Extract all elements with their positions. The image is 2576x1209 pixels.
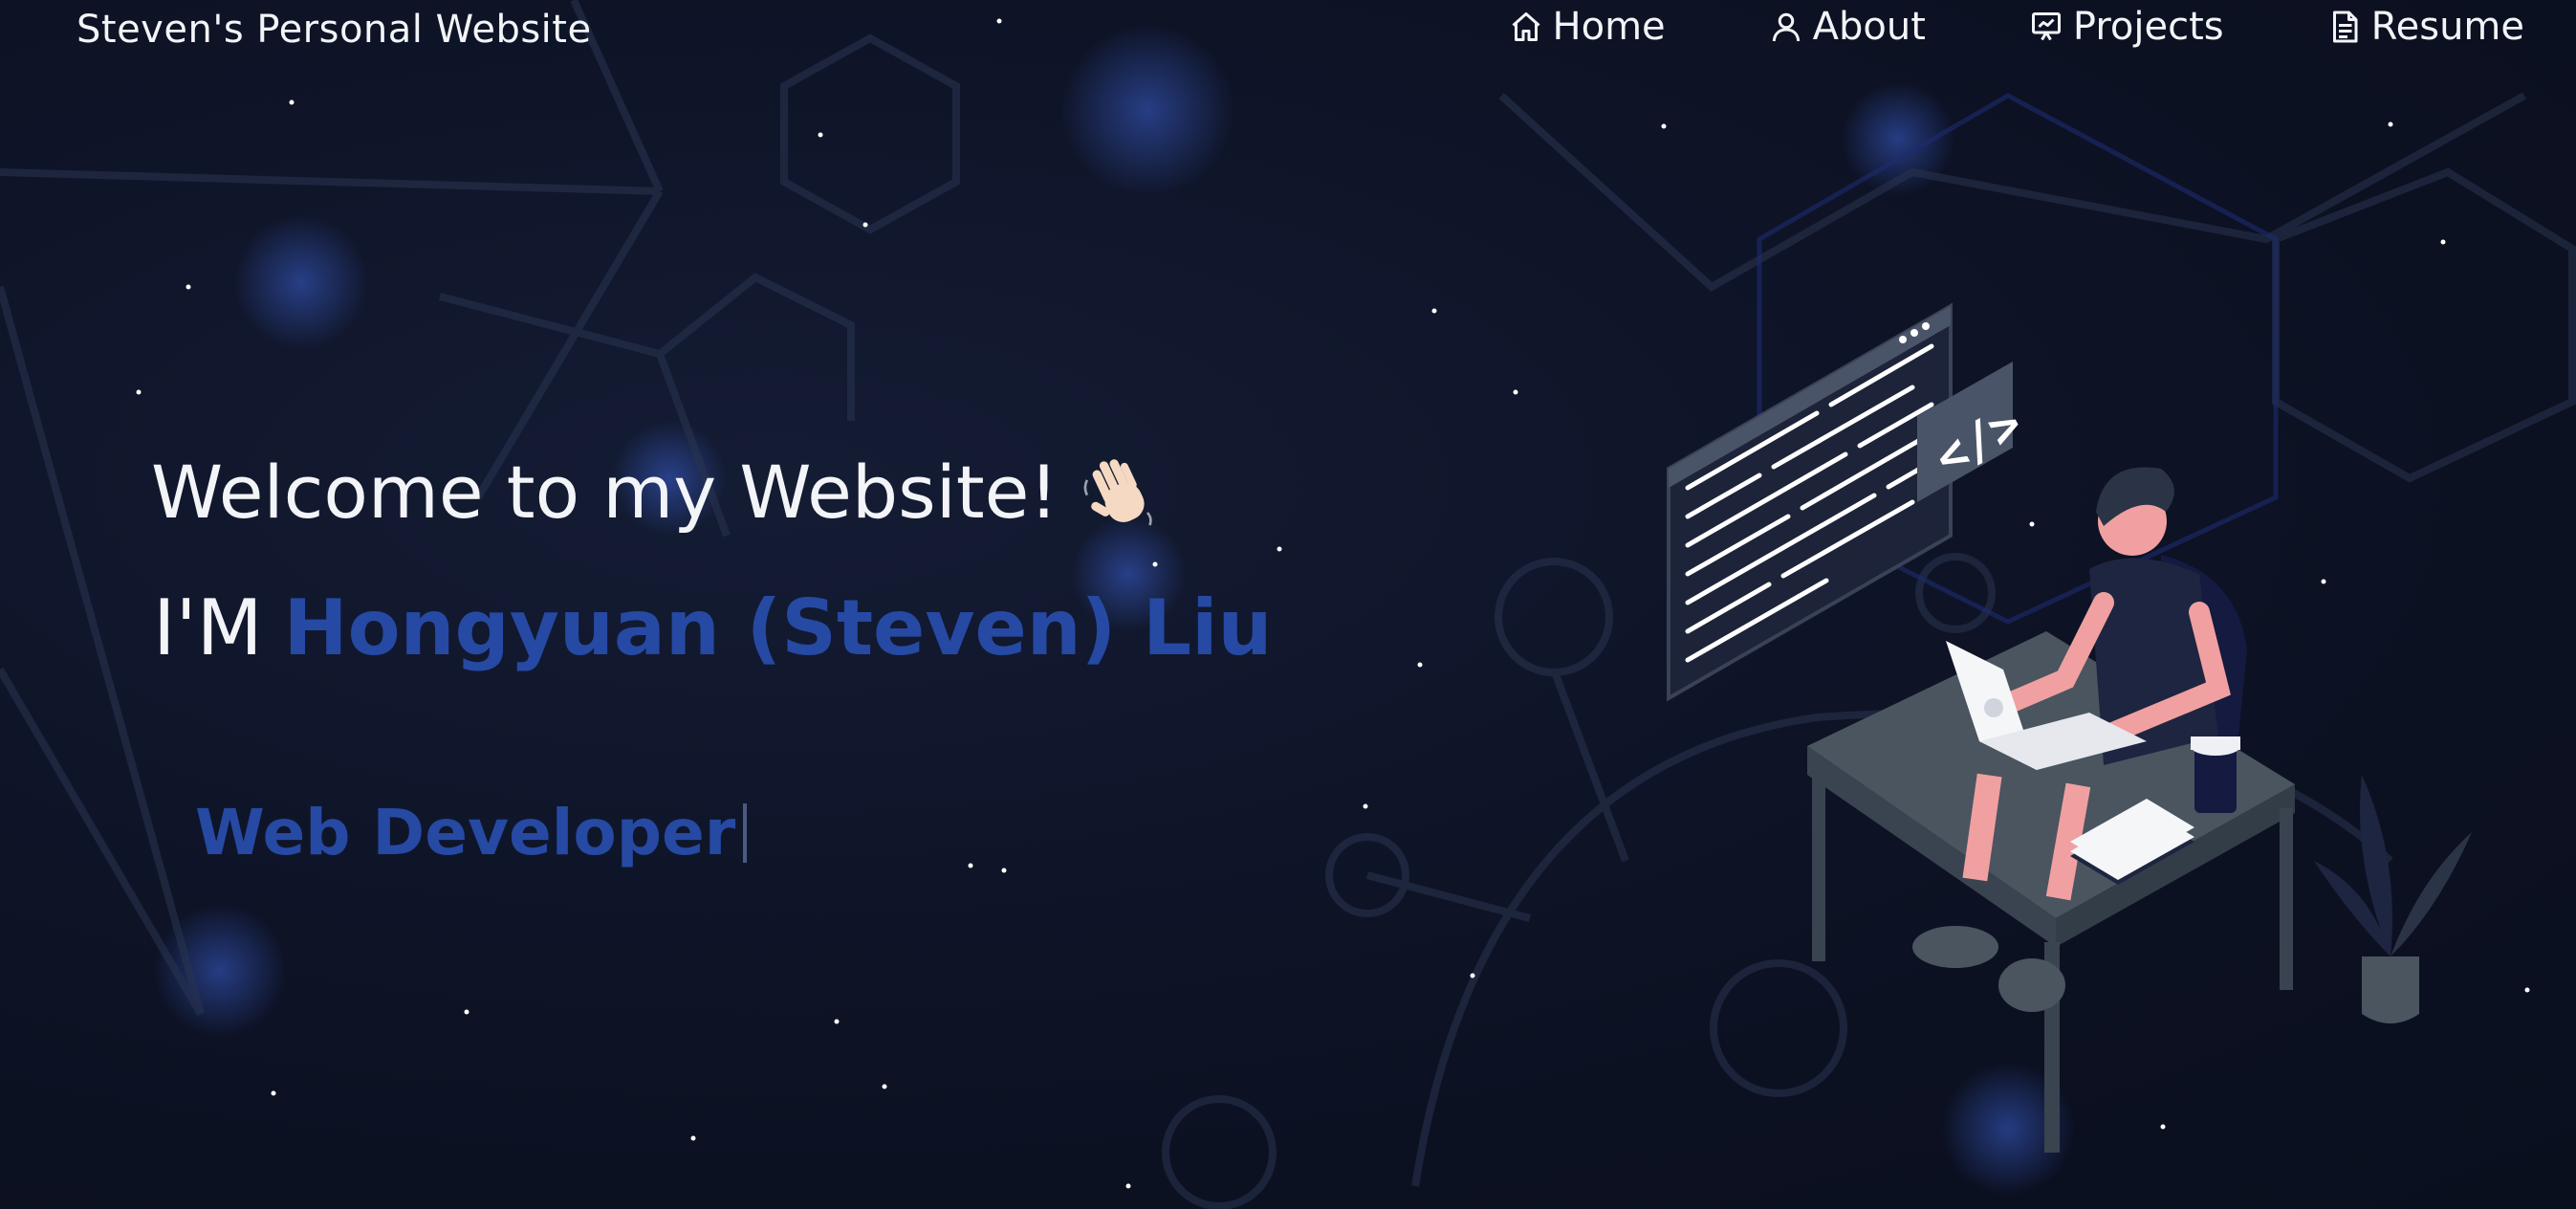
nav-home-label: Home	[1552, 5, 1666, 49]
author-name: Hongyuan (Steven) Liu	[283, 583, 1273, 672]
im-prefix: I'M	[153, 583, 263, 672]
nav-home[interactable]: Home	[1509, 2, 1666, 52]
nav-resume-label: Resume	[2370, 5, 2524, 49]
nav-projects-label: Projects	[2072, 5, 2224, 49]
developer-at-desk-illustration: </>	[1667, 302, 2472, 1153]
site-brand[interactable]: Steven's Personal Website	[76, 8, 592, 52]
nav-about-label: About	[1812, 5, 1926, 49]
user-icon	[1772, 12, 1800, 42]
home-icon	[1512, 12, 1540, 41]
typing-cursor	[743, 802, 748, 863]
typewriter-role: Web Developer	[195, 796, 748, 869]
nav-projects[interactable]: Projects	[2029, 2, 2224, 52]
document-icon	[2332, 11, 2358, 43]
nav-about[interactable]: About	[1769, 2, 1926, 52]
nav-resume[interactable]: Resume	[2327, 2, 2524, 52]
main-nav: Home About Projects Resume	[1406, 2, 2524, 52]
presentation-icon	[2031, 12, 2061, 41]
intro-line: I'M Hongyuan (Steven) Liu	[153, 583, 1272, 672]
welcome-heading: Welcome to my Website!	[151, 450, 1160, 535]
role-text: Web Developer	[195, 796, 736, 869]
welcome-text: Welcome to my Website!	[151, 450, 1059, 535]
waving-hand-icon	[1083, 458, 1152, 526]
